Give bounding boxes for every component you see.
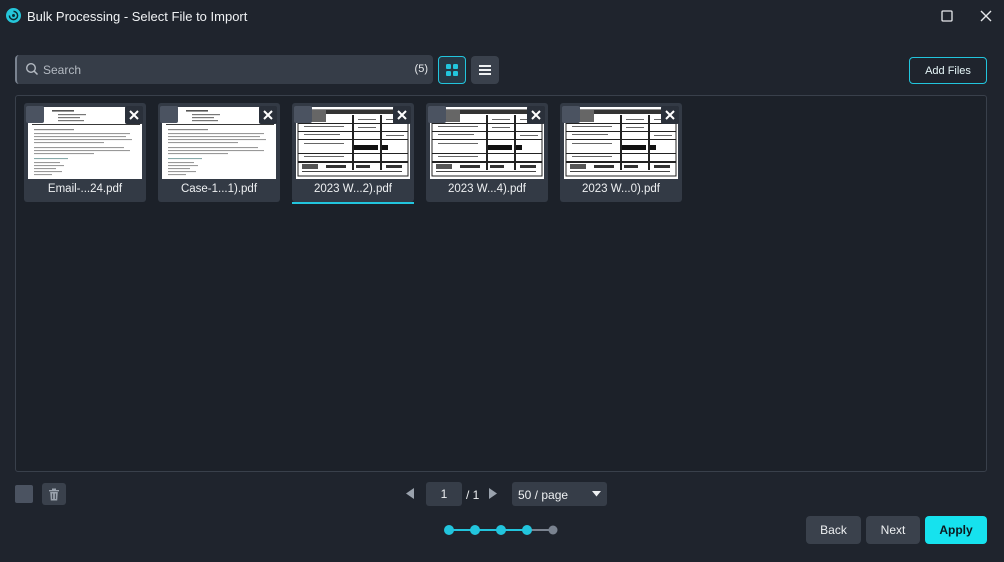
file-select-checkbox[interactable] [428, 106, 446, 123]
next-button[interactable]: Next [866, 516, 920, 544]
remove-file-button[interactable] [393, 106, 411, 124]
file-select-checkbox[interactable] [294, 106, 312, 123]
search-input[interactable] [43, 59, 393, 80]
prev-page-icon[interactable] [405, 487, 415, 500]
file-card[interactable]: 2023 W...0).pdf [560, 103, 682, 202]
page-total: / 1 [466, 488, 480, 502]
apply-button[interactable]: Apply [925, 516, 987, 544]
file-name: Case-1...1).pdf [180, 183, 258, 195]
close-icon [129, 110, 139, 120]
stepper-step [496, 525, 506, 535]
back-button[interactable]: Back [806, 516, 861, 544]
remove-file-button[interactable] [661, 106, 679, 124]
remove-file-button[interactable] [259, 106, 277, 124]
file-card[interactable]: Email-...24.pdf [24, 103, 146, 202]
maximize-button[interactable] [937, 6, 957, 26]
trash-icon [49, 488, 59, 500]
stepper-step [444, 525, 454, 535]
file-card[interactable]: Case-1...1).pdf [158, 103, 280, 202]
list-icon [479, 65, 491, 75]
close-icon [665, 110, 675, 120]
file-select-checkbox[interactable] [160, 106, 178, 123]
file-name: Email-...24.pdf [47, 183, 123, 195]
remove-file-button[interactable] [527, 106, 545, 124]
file-card[interactable]: 2023 W...2).pdf [292, 103, 414, 204]
search-box[interactable]: (5) [15, 55, 433, 84]
window-title: Bulk Processing - Select File to Import [27, 9, 248, 24]
title-bar: Bulk Processing - Select File to Import [0, 0, 1004, 32]
file-select-checkbox[interactable] [26, 106, 44, 123]
file-grid-panel: Email-...24.pdf Case-1...1).pdf 2023 W..… [15, 95, 987, 472]
app-logo-icon [6, 8, 21, 23]
file-count: (5) [414, 63, 428, 75]
progress-stepper [444, 525, 558, 535]
grid-icon [446, 64, 458, 76]
per-page-label: 50 / page [518, 488, 569, 502]
select-all-checkbox[interactable] [15, 485, 33, 503]
file-card[interactable]: 2023 W...4).pdf [426, 103, 548, 202]
close-window-button[interactable] [976, 6, 996, 26]
active-indicator [292, 202, 414, 204]
close-icon [397, 110, 407, 120]
add-files-button[interactable]: Add Files [909, 57, 987, 84]
stepper-step [548, 525, 558, 535]
file-name: 2023 W...2).pdf [314, 183, 392, 195]
file-name: 2023 W...0).pdf [582, 183, 660, 195]
stepper-step [470, 525, 480, 535]
grid-view-button[interactable] [438, 56, 466, 84]
close-icon [980, 10, 992, 22]
chevron-down-icon [592, 491, 601, 497]
close-icon [263, 110, 273, 120]
list-view-button[interactable] [471, 56, 499, 84]
remove-file-button[interactable] [125, 106, 143, 124]
stepper-step [522, 525, 532, 535]
maximize-icon [941, 10, 953, 22]
close-icon [531, 110, 541, 120]
file-select-checkbox[interactable] [562, 106, 580, 123]
per-page-select[interactable]: 50 / page [512, 482, 607, 506]
next-page-icon[interactable] [488, 487, 498, 500]
page-number-input[interactable] [426, 482, 462, 506]
search-icon [25, 62, 39, 76]
delete-button[interactable] [42, 483, 66, 505]
file-name: 2023 W...4).pdf [448, 183, 526, 195]
